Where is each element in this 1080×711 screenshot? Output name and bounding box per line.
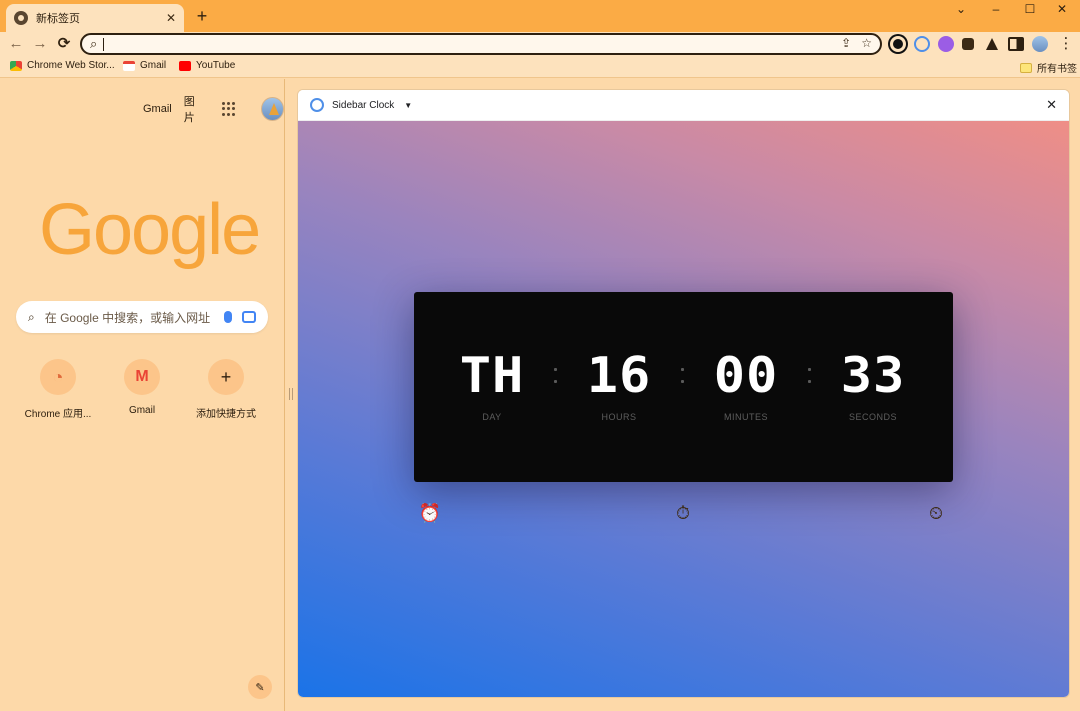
colon-separator bbox=[554, 368, 558, 392]
minutes-value: 00 bbox=[713, 347, 779, 405]
bookmarks-bar: Chrome Web Stor... Gmail YouTube 所有书签 bbox=[0, 56, 1080, 78]
bookmark-label: YouTube bbox=[196, 60, 236, 71]
chrome-icon bbox=[14, 11, 28, 25]
add-icon: + bbox=[208, 359, 244, 395]
clock-seconds: 33 SECONDS bbox=[813, 348, 933, 422]
shortcut-label: Chrome 应用... bbox=[24, 409, 92, 420]
clock-day: TH DAY bbox=[432, 348, 552, 422]
bookmark-youtube[interactable]: YouTube bbox=[179, 60, 235, 71]
bookmark-star-icon[interactable]: ☆ bbox=[861, 36, 872, 50]
title-bar: 新标签页 ✕ + ⌄ – ☐ ✕ bbox=[0, 0, 1080, 32]
tab-title: 新标签页 bbox=[36, 13, 80, 25]
bookmark-label: Chrome Web Stor... bbox=[27, 60, 115, 71]
search-placeholder: 在 Google 中搜索，或输入网址 bbox=[44, 310, 211, 325]
ntp-search-box[interactable]: ⌕ 在 Google 中搜索，或输入网址 bbox=[16, 301, 268, 333]
shortcut-add[interactable]: + 添加快捷方式 bbox=[184, 359, 268, 420]
back-button[interactable]: ← bbox=[6, 34, 26, 54]
chrome-apps-icon: ◔ bbox=[40, 359, 76, 395]
shortcut-label: 添加快捷方式 bbox=[196, 409, 256, 420]
side-panel-resize-handle[interactable] bbox=[289, 388, 293, 400]
tab-search-chevron-icon[interactable]: ⌄ bbox=[946, 0, 976, 18]
extension-record-icon[interactable] bbox=[890, 36, 906, 52]
tab-new-tab[interactable]: 新标签页 ✕ bbox=[6, 4, 184, 32]
labs-flask-icon[interactable] bbox=[986, 38, 998, 50]
side-panel-header: Sidebar Clock ▼ ✕ bbox=[298, 90, 1069, 121]
account-avatar[interactable] bbox=[261, 97, 284, 121]
minutes-label: MINUTES bbox=[724, 412, 768, 422]
voice-search-icon[interactable] bbox=[224, 311, 232, 323]
side-panel-close-icon[interactable]: ✕ bbox=[1046, 97, 1057, 113]
day-label: DAY bbox=[482, 412, 502, 422]
address-bar[interactable]: ⌕ ⇪ ☆ bbox=[80, 33, 882, 55]
day-value: TH bbox=[459, 347, 525, 405]
maximize-button[interactable]: ☐ bbox=[1015, 0, 1045, 18]
extension-sp-icon[interactable] bbox=[938, 36, 954, 52]
all-bookmarks[interactable]: 所有书签 bbox=[1020, 60, 1077, 75]
all-bookmarks-label: 所有书签 bbox=[1037, 64, 1077, 75]
new-tab-button[interactable]: + bbox=[192, 6, 212, 26]
bookmark-gmail[interactable]: Gmail bbox=[123, 60, 166, 71]
gmail-icon: M bbox=[124, 359, 160, 395]
search-icon: ⌕ bbox=[90, 36, 98, 51]
google-logo: Google bbox=[39, 190, 261, 270]
text-caret bbox=[103, 37, 105, 51]
bookmark-label: Gmail bbox=[140, 60, 167, 71]
clock-background: TH DAY 16 HOURS 00 MINUTES 33 SECONDS ⏰ … bbox=[298, 121, 1069, 697]
google-lens-icon[interactable] bbox=[242, 311, 256, 323]
youtube-icon bbox=[179, 60, 191, 71]
extension-clock-icon[interactable] bbox=[914, 36, 930, 52]
tab-close-icon[interactable]: ✕ bbox=[166, 11, 176, 25]
digital-clock: TH DAY 16 HOURS 00 MINUTES 33 SECONDS bbox=[414, 292, 953, 482]
new-tab-page: Gmail 图片 Google ⌕ 在 Google 中搜索，或输入网址 ◔ C… bbox=[0, 79, 285, 711]
stopwatch-icon[interactable]: ⏱ bbox=[672, 502, 694, 524]
folder-icon bbox=[1020, 62, 1032, 73]
seconds-label: SECONDS bbox=[848, 412, 897, 422]
minimize-button[interactable]: – bbox=[981, 0, 1011, 18]
side-panel-icon[interactable] bbox=[1008, 37, 1024, 51]
seconds-value: 33 bbox=[840, 347, 906, 405]
ntp-header-links: Gmail 图片 bbox=[143, 93, 284, 125]
alarm-clock-icon[interactable]: ⏰ bbox=[419, 502, 441, 524]
clock-hours: 16 HOURS bbox=[559, 348, 679, 422]
share-icon[interactable]: ⇪ bbox=[841, 36, 851, 50]
bookmark-chrome-web-store[interactable]: Chrome Web Stor... bbox=[10, 60, 115, 71]
timer-icon[interactable]: ⏲ bbox=[925, 502, 947, 524]
customize-pencil-icon[interactable]: ✎ bbox=[248, 675, 272, 699]
apps-grid-icon[interactable] bbox=[222, 102, 236, 116]
hours-value: 16 bbox=[586, 347, 652, 405]
side-panel-title[interactable]: Sidebar Clock bbox=[332, 100, 394, 111]
side-panel: Sidebar Clock ▼ ✕ TH DAY 16 HOURS 00 MIN… bbox=[297, 89, 1070, 698]
chrome-web-store-icon bbox=[10, 60, 22, 71]
toolbar: ← → ⟳ ⌕ ⇪ ☆ ⋮ bbox=[0, 32, 1080, 56]
gmail-icon bbox=[123, 60, 135, 71]
extensions-puzzle-icon[interactable] bbox=[962, 38, 974, 50]
shortcut-chrome-apps[interactable]: ◔ Chrome 应用... bbox=[16, 359, 100, 420]
clock-icon bbox=[310, 98, 324, 112]
close-window-button[interactable]: ✕ bbox=[1047, 0, 1077, 18]
clock-minutes: 00 MINUTES bbox=[686, 348, 806, 422]
colon-separator bbox=[808, 368, 812, 392]
chrome-menu-icon[interactable]: ⋮ bbox=[1056, 34, 1076, 54]
search-icon: ⌕ bbox=[28, 309, 35, 324]
shortcut-label: Gmail bbox=[128, 405, 156, 416]
reload-button[interactable]: ⟳ bbox=[54, 34, 74, 54]
side-panel-dropdown-icon[interactable]: ▼ bbox=[404, 101, 412, 110]
hours-label: HOURS bbox=[601, 412, 637, 422]
gmail-link[interactable]: Gmail bbox=[143, 103, 172, 115]
colon-separator bbox=[681, 368, 685, 392]
images-link[interactable]: 图片 bbox=[184, 93, 205, 125]
forward-button[interactable]: → bbox=[30, 34, 50, 54]
profile-avatar-icon[interactable] bbox=[1032, 36, 1048, 52]
shortcut-gmail[interactable]: M Gmail bbox=[100, 359, 184, 416]
